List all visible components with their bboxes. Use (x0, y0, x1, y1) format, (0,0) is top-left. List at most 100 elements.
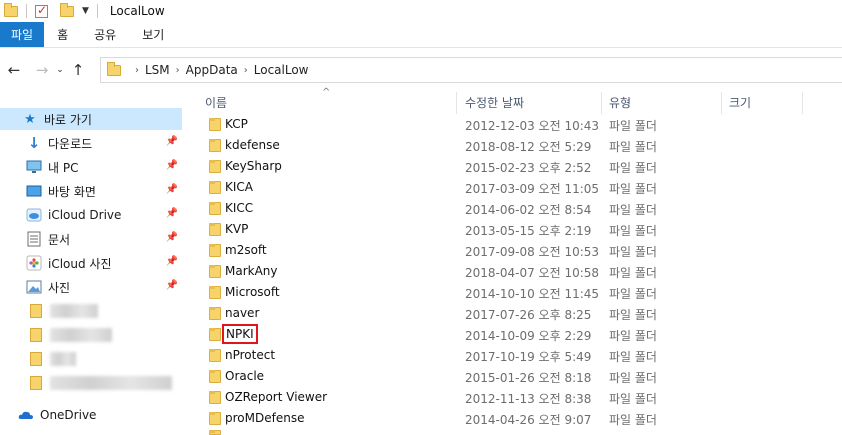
file-type: 파일 폴더 (609, 161, 657, 175)
pin-icon[interactable]: 📌 (166, 184, 178, 195)
file-name: KVP (225, 222, 249, 236)
new-folder-icon[interactable] (60, 2, 74, 17)
tab-share[interactable]: 공유 (81, 22, 129, 47)
file-date: 2014-06-02 오전 8:54 (465, 203, 592, 217)
file-row[interactable]: proMDefense 2014-04-26 오전 9:07 파일 폴더 (188, 408, 842, 429)
file-row[interactable]: kdefense 2018-08-12 오전 5:29 파일 폴더 (188, 135, 842, 156)
file-row[interactable]: naver 2017-07-26 오후 8:25 파일 폴더 (188, 303, 842, 324)
download-arrow-icon: ↓ (27, 134, 41, 152)
folder-icon (209, 370, 221, 383)
folder-icon (209, 412, 221, 425)
folder-icon[interactable] (4, 2, 18, 17)
title-bar: ▼ LocalLow (0, 0, 842, 22)
file-row[interactable]: KCP 2012-12-03 오전 10:43 파일 폴더 (188, 114, 842, 135)
redacted-nav-item[interactable] (30, 348, 76, 370)
nav-item-desktop[interactable]: 바탕 화면 📌 (0, 180, 182, 202)
file-type: 파일 폴더 (609, 287, 657, 301)
file-name-highlighted: NPKI (222, 324, 258, 344)
tab-home[interactable]: 홈 (44, 22, 81, 47)
file-date: 2017-10-19 오후 5:49 (465, 350, 592, 364)
nav-label: OneDrive (40, 408, 97, 422)
ribbon-tabs: 파일 홈 공유 보기 (0, 22, 842, 48)
file-name: KICC (225, 201, 254, 215)
nav-label: 바탕 화면 (48, 184, 96, 199)
file-type: 파일 폴더 (609, 350, 657, 364)
nav-item-this-pc[interactable]: 내 PC 📌 (0, 156, 182, 178)
nav-item-downloads[interactable]: ↓ 다운로드 📌 (0, 132, 182, 154)
file-type: 파일 폴더 (609, 182, 657, 196)
pin-icon[interactable]: 📌 (166, 136, 178, 147)
redacted-label (50, 376, 172, 390)
column-size[interactable]: 크기 (729, 94, 751, 111)
folder-icon (209, 265, 221, 278)
star-icon: ★ (24, 111, 36, 127)
recent-locations-chevron-icon[interactable]: ⌄ (53, 59, 67, 81)
file-row[interactable]: MarkAny 2018-04-07 오전 10:58 파일 폴더 (188, 261, 842, 282)
file-name: proMDefense (225, 411, 305, 425)
forward-arrow-icon[interactable]: → (31, 59, 53, 81)
file-date: 2013-05-15 오후 2:19 (465, 224, 592, 238)
pin-icon[interactable]: 📌 (166, 280, 178, 291)
chevron-right-icon[interactable]: › (176, 65, 180, 76)
column-divider[interactable] (802, 92, 803, 114)
pin-icon[interactable]: 📌 (166, 160, 178, 171)
file-row[interactable]: Oracle 2015-01-26 오전 8:18 파일 폴더 (188, 366, 842, 387)
file-row[interactable]: KICA 2017-03-09 오전 11:05 파일 폴더 (188, 177, 842, 198)
file-date: 2012-12-03 오전 10:43 (465, 119, 600, 133)
desktop-icon (26, 183, 42, 199)
file-name: m2soft (225, 243, 267, 257)
nav-item-icloud-photos[interactable]: iCloud 사진 📌 (0, 252, 182, 274)
file-type: 파일 폴더 (609, 140, 657, 154)
file-row-partial[interactable] (188, 430, 842, 435)
tab-file[interactable]: 파일 (0, 22, 45, 47)
file-row[interactable]: KVP 2013-05-15 오후 2:19 파일 폴더 (188, 219, 842, 240)
chevron-right-icon[interactable]: › (135, 65, 139, 76)
folder-icon (30, 328, 42, 342)
breadcrumb-locallow[interactable]: LocalLow (254, 63, 309, 77)
nav-label: 문서 (48, 232, 71, 247)
folder-icon (209, 118, 221, 131)
nav-label: iCloud 사진 (48, 256, 112, 271)
breadcrumb-lsm[interactable]: LSM (145, 63, 170, 77)
file-row[interactable]: m2soft 2017-09-08 오전 10:53 파일 폴더 (188, 240, 842, 261)
file-date: 2015-01-26 오전 8:18 (465, 371, 592, 385)
column-divider[interactable] (456, 92, 457, 114)
nav-item-icloud-drive[interactable]: iCloud Drive 📌 (0, 204, 182, 226)
column-name[interactable]: 이름 (205, 94, 227, 111)
file-type: 파일 폴더 (609, 119, 657, 133)
chevron-right-icon[interactable]: › (244, 65, 248, 76)
file-name: Oracle (225, 369, 265, 383)
pin-icon[interactable]: 📌 (166, 232, 178, 243)
nav-item-onedrive[interactable]: OneDrive (0, 404, 182, 426)
back-arrow-icon[interactable]: ← (3, 59, 25, 81)
folder-icon (209, 430, 221, 435)
column-date-modified[interactable]: 수정한 날짜 (465, 94, 524, 111)
redacted-nav-item[interactable] (30, 324, 112, 346)
file-row[interactable]: KICC 2014-06-02 오전 8:54 파일 폴더 (188, 198, 842, 219)
redacted-nav-item[interactable] (30, 372, 172, 394)
file-row[interactable]: Microsoft 2014-10-10 오전 11:45 파일 폴더 (188, 282, 842, 303)
file-row[interactable]: KeySharp 2015-02-23 오후 2:52 파일 폴더 (188, 156, 842, 177)
up-arrow-icon[interactable]: ↑ (67, 59, 89, 81)
properties-icon[interactable] (35, 3, 48, 18)
tab-view[interactable]: 보기 (129, 22, 177, 47)
address-bar[interactable]: › LSM › AppData › LocalLow (100, 57, 842, 83)
column-divider[interactable] (601, 92, 602, 114)
redacted-nav-item[interactable] (30, 300, 98, 322)
file-row[interactable]: OZReport Viewer 2012-11-13 오전 8:38 파일 폴더 (188, 387, 842, 408)
file-row[interactable]: nProtect 2017-10-19 오후 5:49 파일 폴더 (188, 345, 842, 366)
customize-dropdown-icon[interactable]: ▼ (82, 6, 89, 16)
column-divider[interactable] (721, 92, 722, 114)
nav-label: 사진 (48, 280, 71, 295)
column-type[interactable]: 유형 (609, 94, 631, 111)
folder-icon (209, 223, 221, 236)
breadcrumb-appdata[interactable]: AppData (186, 63, 238, 77)
pin-icon[interactable]: 📌 (166, 256, 178, 267)
nav-item-pictures[interactable]: 사진 📌 (0, 276, 182, 298)
file-type: 파일 폴더 (609, 329, 657, 343)
pin-icon[interactable]: 📌 (166, 208, 178, 219)
file-row-npki[interactable]: NPKI 2014-10-09 오후 2:29 파일 폴더 (188, 324, 842, 345)
nav-item-documents[interactable]: 문서 📌 (0, 228, 182, 250)
nav-quick-access[interactable]: ★ 바로 가기 (0, 108, 182, 130)
file-date: 2017-07-26 오후 8:25 (465, 308, 592, 322)
